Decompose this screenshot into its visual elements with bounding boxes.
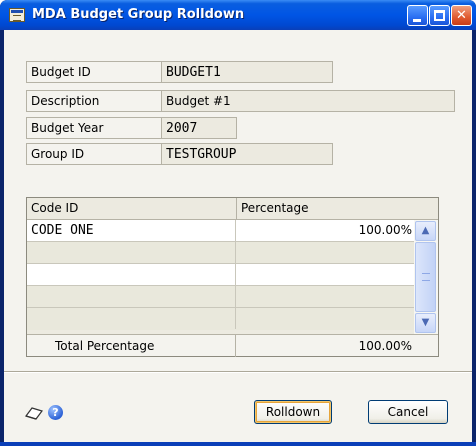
budget-year-field[interactable]: 2007 xyxy=(161,117,237,139)
group-id-field[interactable]: TESTGROUP xyxy=(161,143,333,165)
group-id-label: Group ID xyxy=(26,143,162,165)
total-percentage-value: 100.00% xyxy=(235,335,414,357)
app-window-icon xyxy=(9,8,25,22)
table-row[interactable] xyxy=(27,308,414,330)
code-id-cell[interactable] xyxy=(27,308,236,329)
code-percentage-grid: Code ID Percentage CODE ONE 100.00% ▲ ▼ … xyxy=(26,197,439,357)
column-header-code-id[interactable]: Code ID xyxy=(27,198,237,220)
table-row[interactable] xyxy=(27,286,414,308)
code-id-cell[interactable] xyxy=(27,286,236,307)
title-bar[interactable]: MDA Budget Group Rolldown ✕ xyxy=(0,0,476,30)
help-icon[interactable]: ? xyxy=(48,405,63,420)
chevron-down-icon: ▼ xyxy=(421,317,430,328)
total-percentage-row: Total Percentage 100.00% xyxy=(27,334,438,357)
minimize-button[interactable] xyxy=(407,5,428,26)
dialog-window: MDA Budget Group Rolldown ✕ Budget ID BU… xyxy=(0,0,476,446)
description-label: Description xyxy=(26,90,162,112)
scroll-thumb[interactable] xyxy=(415,242,436,312)
footer-divider xyxy=(4,371,472,373)
percentage-cell[interactable]: 100.00% xyxy=(237,220,414,241)
close-button[interactable]: ✕ xyxy=(451,5,472,26)
chevron-up-icon: ▲ xyxy=(421,225,430,236)
table-row[interactable] xyxy=(27,264,414,286)
window-title: MDA Budget Group Rolldown xyxy=(32,7,245,22)
budget-id-label: Budget ID xyxy=(26,61,162,83)
table-row[interactable]: CODE ONE 100.00% xyxy=(27,220,414,242)
window-bottom-border xyxy=(0,442,476,446)
column-header-percentage[interactable]: Percentage xyxy=(237,198,438,220)
total-percentage-label: Total Percentage xyxy=(55,339,155,353)
minimize-icon xyxy=(413,19,421,22)
dialog-client-area: Budget ID BUDGET1 Description Budget #1 … xyxy=(4,30,472,442)
code-id-cell[interactable]: CODE ONE xyxy=(27,220,236,241)
maximize-icon xyxy=(434,10,445,21)
note-icon[interactable] xyxy=(24,405,44,421)
percentage-cell[interactable] xyxy=(237,308,414,329)
budget-year-label: Budget Year xyxy=(26,117,162,139)
percentage-cell[interactable] xyxy=(237,286,414,307)
cancel-button[interactable]: Cancel xyxy=(368,400,448,424)
code-id-cell[interactable] xyxy=(27,242,236,263)
code-id-cell[interactable] xyxy=(27,264,236,285)
grid-scrollbar[interactable]: ▲ ▼ xyxy=(414,220,438,334)
scroll-down-button[interactable]: ▼ xyxy=(415,313,436,333)
table-row[interactable] xyxy=(27,242,414,264)
budget-id-field[interactable]: BUDGET1 xyxy=(161,61,333,83)
close-icon: ✕ xyxy=(456,8,467,23)
scroll-up-button[interactable]: ▲ xyxy=(415,221,436,241)
rolldown-button[interactable]: Rolldown xyxy=(254,400,332,424)
maximize-button[interactable] xyxy=(429,5,450,26)
grip-icon xyxy=(422,273,430,281)
percentage-cell[interactable] xyxy=(237,242,414,263)
description-field[interactable]: Budget #1 xyxy=(161,90,455,112)
percentage-cell[interactable] xyxy=(237,264,414,285)
